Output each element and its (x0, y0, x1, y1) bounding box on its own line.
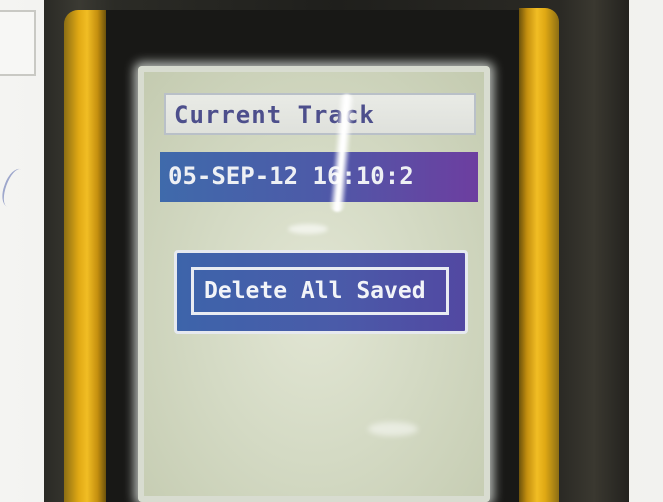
delete-all-saved-label: Delete All Saved (204, 278, 426, 304)
current-track-heading: Current Track (164, 93, 476, 135)
device-right-rail (519, 8, 559, 502)
track-list-item-label: 05-SEP-12 16:10:2 (168, 162, 414, 190)
screen-smudge (288, 224, 328, 234)
photo-scene: Current Track 05-SEP-12 16:10:2 Delete A… (0, 0, 663, 502)
device-left-rail (64, 10, 106, 502)
delete-all-saved-button[interactable]: Delete All Saved (191, 267, 449, 315)
device-screen: Current Track 05-SEP-12 16:10:2 Delete A… (138, 66, 490, 502)
pen-scribble (0, 165, 31, 211)
track-list-item[interactable]: 05-SEP-12 16:10:2 (160, 152, 478, 202)
paper-corner (0, 10, 36, 76)
screen-smudge (368, 422, 418, 436)
delete-all-panel: Delete All Saved (174, 250, 468, 334)
